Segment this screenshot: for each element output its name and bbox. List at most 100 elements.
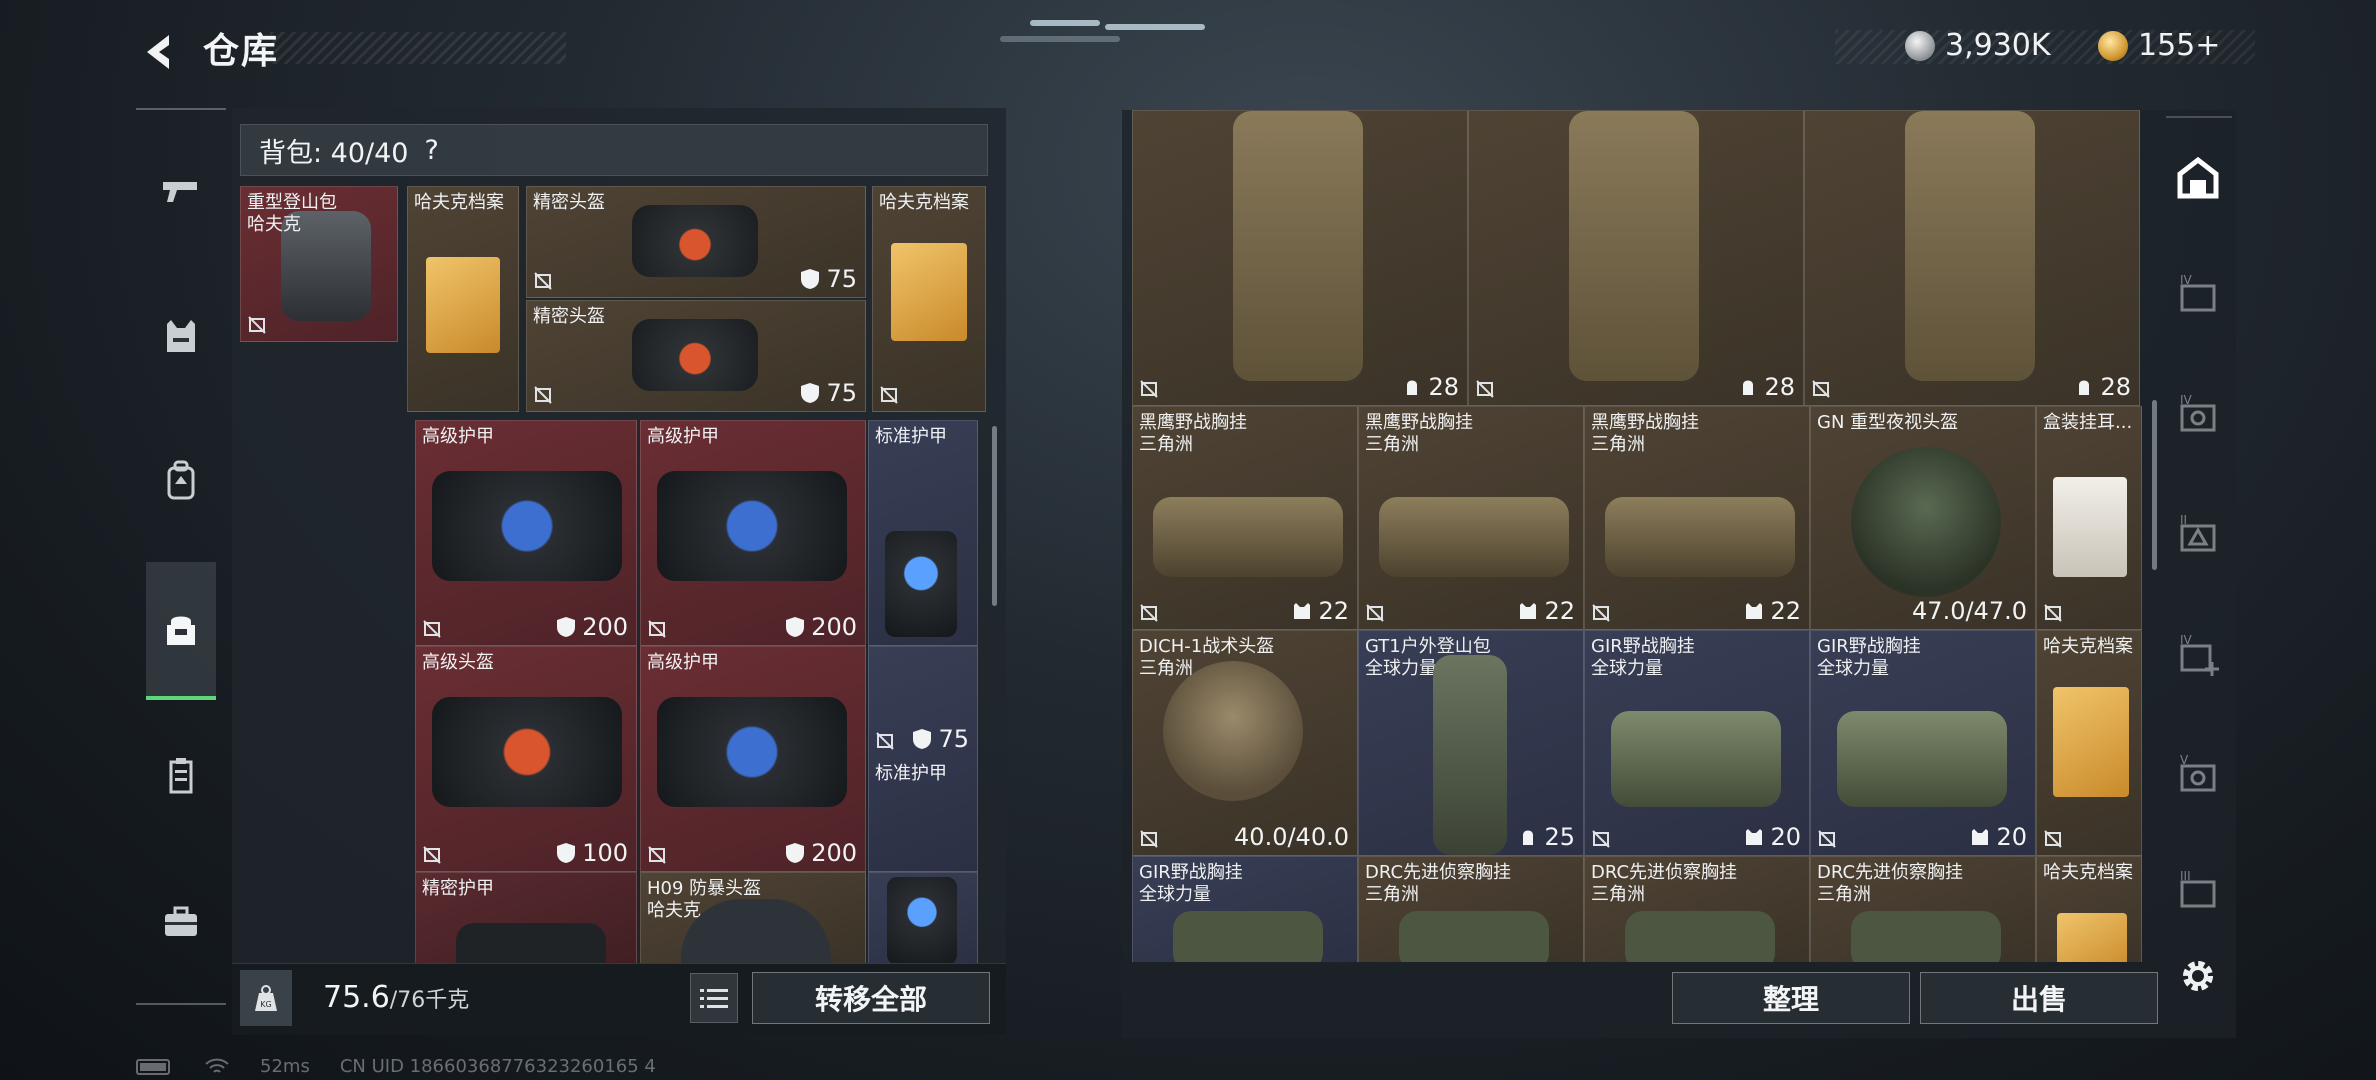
shield-icon <box>557 843 576 863</box>
storage-tab-iv-plus[interactable]: IV <box>2170 628 2226 684</box>
helmet-image <box>1851 447 2001 597</box>
nav-backpack[interactable] <box>145 430 217 530</box>
item-backpack[interactable]: 28 <box>1132 110 1468 406</box>
backpack-icon <box>167 460 195 500</box>
svg-text:KG: KG <box>260 1000 271 1009</box>
item-coffee-box[interactable]: 盒装挂耳... <box>2036 406 2142 630</box>
back-button[interactable] <box>130 22 190 82</box>
item-nvg-helmet[interactable]: GN 重型夜视头盔 47.0/47.0 <box>1810 406 2036 630</box>
item-standard-armor[interactable]: 标准护甲 <box>868 420 978 646</box>
item-name: 哈夫克档案 <box>2043 636 2133 657</box>
vest-capacity-icon <box>1294 603 1311 619</box>
item-precision-helmet[interactable]: 精密头盔 75 <box>526 300 866 412</box>
item-advanced-helmet[interactable]: 高级头盔 100 <box>415 646 637 872</box>
item-gir-rig[interactable]: GIR野战胸挂 全球力量 <box>1132 856 1358 962</box>
item-advanced-armor[interactable]: 高级护甲 200 <box>415 420 637 646</box>
file-image <box>426 257 500 353</box>
nav-vest[interactable] <box>145 286 217 386</box>
shield-icon <box>786 617 805 637</box>
nav-weapons[interactable] <box>145 140 217 240</box>
item-name: DRC先进侦察胸挂 三角洲 <box>1365 862 1512 905</box>
backpack-header: 背包: 40/40 ? <box>240 124 988 176</box>
item-haavk-file[interactable]: 哈夫克档案 <box>407 186 519 412</box>
item-drc-rig[interactable]: DRC先进侦察胸挂 三角洲 <box>1358 856 1584 962</box>
durability: 40.0/40.0 <box>1234 823 1349 851</box>
item-gir-rig[interactable]: GIR野战胸挂 全球力量 20 <box>1584 630 1810 856</box>
helmet-image <box>1163 661 1303 801</box>
item-h09-riot-helmet[interactable]: H09 防暴头盔 哈夫克 <box>640 872 866 964</box>
bag-capacity-icon <box>1743 380 1754 395</box>
gold-currency[interactable]: 155+ <box>2098 28 2220 63</box>
durability: 200 <box>785 613 857 641</box>
storage-scrollbar[interactable] <box>2152 400 2157 570</box>
item-haavk-file[interactable]: 哈夫克档案 <box>872 186 986 412</box>
durability: 200 <box>556 613 628 641</box>
item-precision-armor[interactable]: 精密护甲 <box>415 872 637 964</box>
rig-image <box>1851 911 2001 962</box>
item-heavy-backpack[interactable]: 重型登山包 哈夫克 <box>240 186 398 342</box>
item-chest-rig[interactable]: 黑鹰野战胸挂 三角洲 22 <box>1132 406 1358 630</box>
item-drc-rig[interactable]: DRC先进侦察胸挂 三角洲 <box>1810 856 2036 962</box>
item-drc-rig[interactable]: DRC先进侦察胸挂 三角洲 <box>1584 856 1810 962</box>
item-precision-helmet[interactable]: 精密头盔 75 <box>526 186 866 298</box>
help-icon[interactable]: ? <box>425 135 439 166</box>
item-chest-rig[interactable]: 黑鹰野战胸挂 三角洲 22 <box>1584 406 1810 630</box>
item-advanced-armor[interactable]: 高级护甲 200 <box>640 420 866 646</box>
durability: 75 <box>800 379 857 407</box>
item-name: 高级护甲 <box>647 426 719 447</box>
list-icon <box>700 989 728 1008</box>
left-scrollbar[interactable] <box>992 426 997 606</box>
item-advanced-armor[interactable]: 高级护甲 200 <box>640 646 866 872</box>
item-gir-rig[interactable]: GIR野战胸挂 全球力量 20 <box>1810 630 2036 856</box>
capacity: 28 <box>1402 373 1459 401</box>
bag-capacity-icon <box>2079 380 2090 395</box>
no-trade-icon <box>2044 830 2062 848</box>
helmet-image <box>432 697 622 807</box>
storage-tab-all[interactable] <box>2170 150 2226 206</box>
svg-text:IV: IV <box>2180 273 2193 287</box>
svg-text:III: III <box>2180 869 2191 883</box>
item-name: GIR野战胸挂 全球力量 <box>1591 636 1695 679</box>
item-gt1-backpack[interactable]: GT1户外登山包 全球力量 25 <box>1358 630 1584 856</box>
silver-coin-icon <box>1905 30 1935 61</box>
list-view-button[interactable] <box>690 973 738 1023</box>
storage-tab-v[interactable]: V <box>2170 748 2226 804</box>
nav-case[interactable] <box>145 726 217 826</box>
bag-capacity-icon <box>1407 380 1418 395</box>
item-name: GIR野战胸挂 全球力量 <box>1139 862 1243 905</box>
storage-tab-ii-alert[interactable]: II <box>2170 508 2226 564</box>
settings-button[interactable] <box>2170 948 2226 1004</box>
item-name: 哈夫克档案 <box>2043 862 2133 883</box>
item-name: DRC先进侦察胸挂 三角洲 <box>1591 862 1738 905</box>
no-trade-icon <box>1592 604 1610 622</box>
item-dich-helmet[interactable]: DICH-1战术头盔 三角洲 40.0/40.0 <box>1132 630 1358 856</box>
gear-icon <box>2183 961 2213 991</box>
organize-button[interactable]: 整理 <box>1672 972 1910 1024</box>
item-standard-armor[interactable] <box>868 872 978 964</box>
sell-button[interactable]: 出售 <box>1920 972 2158 1024</box>
helmet-image <box>632 205 758 277</box>
item-standard-armor[interactable]: 75 标准护甲 <box>868 646 978 872</box>
silver-currency[interactable]: 3,930K <box>1905 28 2051 63</box>
item-backpack[interactable]: 28 <box>1468 110 1804 406</box>
transfer-all-button[interactable]: 转移全部 <box>752 972 990 1024</box>
storage-tab-iv-case[interactable]: IV <box>2170 268 2226 324</box>
svg-text:IV: IV <box>2180 633 2193 647</box>
no-trade-icon <box>1140 380 1158 398</box>
item-haavk-file[interactable]: 哈夫克档案 <box>2036 630 2142 856</box>
item-chest-rig[interactable]: 黑鹰野战胸挂 三角洲 22 <box>1358 406 1584 630</box>
item-haavk-file[interactable]: 哈夫克档案 <box>2036 856 2142 962</box>
nav-bag-active[interactable] <box>146 562 216 700</box>
nav-divider <box>136 1003 226 1005</box>
case-page-icon: IV <box>2180 273 2216 312</box>
item-name: 高级护甲 <box>647 652 719 673</box>
search-page-icon: IV <box>2180 393 2216 432</box>
storage-tab-iii[interactable]: III <box>2170 864 2226 920</box>
no-trade-icon <box>880 386 898 404</box>
pistol-icon <box>163 182 197 202</box>
storage-tab-iv-search[interactable]: IV <box>2170 388 2226 444</box>
nav-briefcase[interactable] <box>145 872 217 972</box>
item-name: 哈夫克档案 <box>414 192 504 213</box>
wifi-icon <box>205 1058 229 1073</box>
item-backpack[interactable]: 28 <box>1804 110 2140 406</box>
